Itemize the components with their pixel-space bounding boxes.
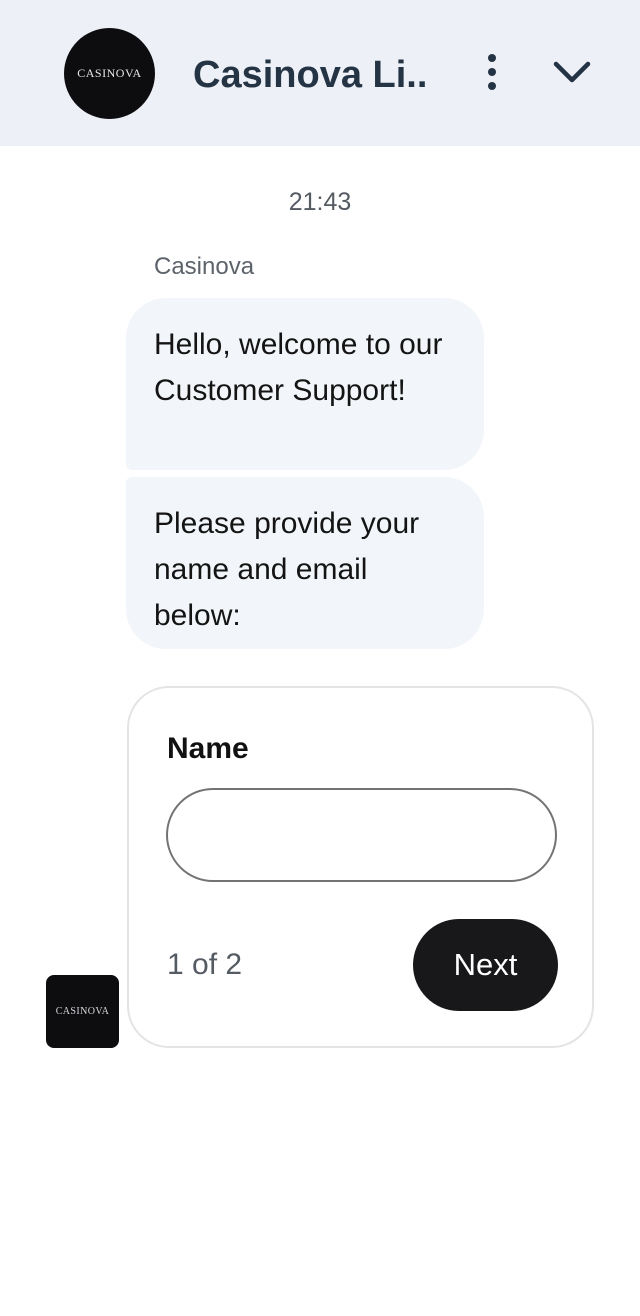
contact-form-card: Name 1 of 2 Next: [127, 686, 594, 1048]
collapse-button[interactable]: [550, 52, 594, 92]
chat-title: Casinova Li...: [193, 54, 428, 96]
brand-logo: CASINOVA: [64, 28, 155, 119]
message-bubble: Please provide your name and email below…: [126, 477, 484, 649]
agent-avatar: CASINOVA: [46, 975, 119, 1048]
more-vertical-icon: [488, 54, 496, 62]
more-vertical-icon-dot: [488, 68, 496, 76]
brand-logo-text: CASINOVA: [77, 66, 142, 80]
message-timestamp: 21:43: [288, 188, 352, 216]
more-vertical-icon-dot: [488, 82, 496, 90]
step-counter: 1 of 2: [167, 948, 243, 981]
sender-name: Casinova: [154, 253, 255, 280]
more-options-button[interactable]: [474, 50, 510, 94]
chat-widget: CASINOVA Casinova Li... 21:43 Casinova H…: [0, 0, 640, 1316]
message-bubble: Hello, welcome to our Customer Support!: [126, 298, 484, 470]
chat-header: CASINOVA Casinova Li...: [0, 0, 640, 146]
name-input[interactable]: [166, 788, 557, 882]
next-button[interactable]: Next: [413, 919, 558, 1011]
chevron-down-icon: [553, 61, 591, 83]
name-field-label: Name: [167, 732, 249, 765]
agent-avatar-text: CASINOVA: [55, 1006, 110, 1017]
